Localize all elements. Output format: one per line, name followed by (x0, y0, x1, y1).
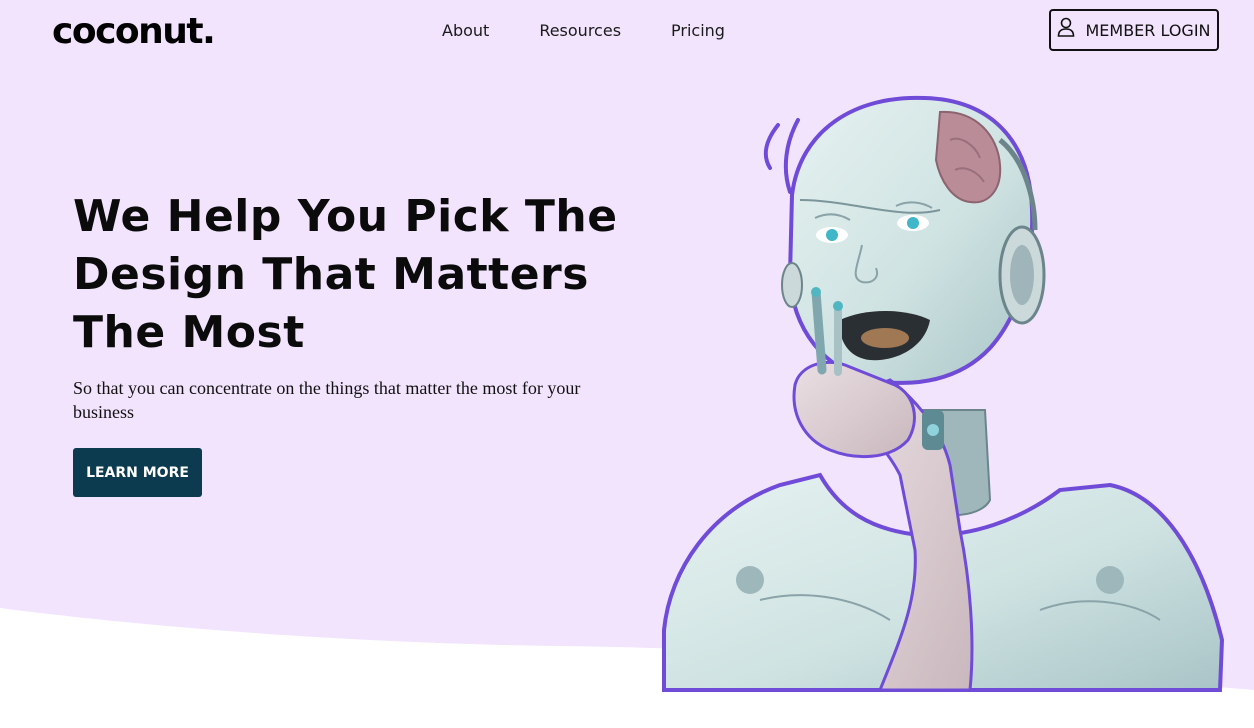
robot-illustration (662, 95, 1225, 692)
nav-links: About Resources Pricing (442, 20, 725, 42)
learn-more-button[interactable]: LEARN MORE (73, 448, 202, 497)
nav-link-pricing[interactable]: Pricing (671, 20, 725, 42)
nav-link-resources[interactable]: Resources (539, 20, 621, 42)
member-login-label: MEMBER LOGIN (1085, 20, 1211, 40)
hero-headline: We Help You Pick The Design That Matters… (73, 191, 618, 358)
top-navigation: coconut. About Resources Pricing MEMBER … (0, 0, 1254, 76)
hero-subtext: So that you can concentrate on the thing… (73, 378, 581, 422)
user-icon (1058, 17, 1075, 37)
nav-link-about[interactable]: About (442, 20, 489, 42)
member-login-button[interactable]: MEMBER LOGIN (1049, 9, 1219, 51)
brand-logo[interactable]: coconut. (52, 6, 216, 58)
